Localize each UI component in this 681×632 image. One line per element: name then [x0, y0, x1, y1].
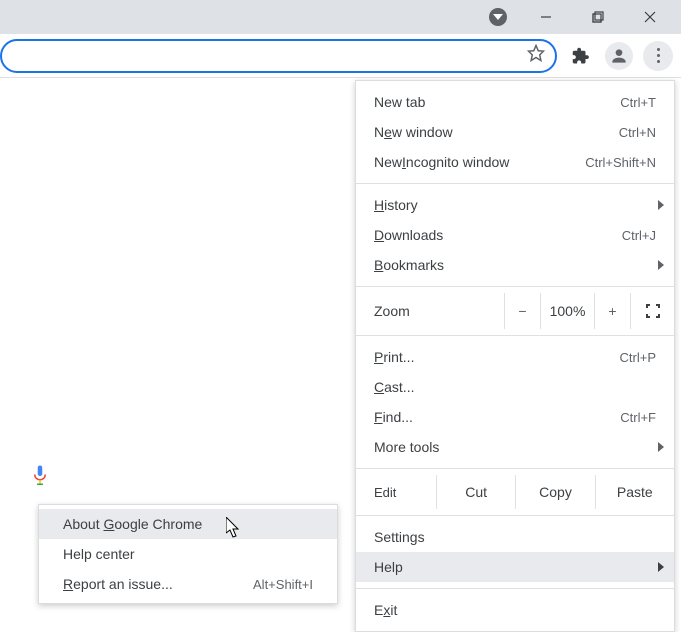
menu-label: New window	[374, 124, 453, 140]
menu-separator	[356, 468, 674, 469]
menu-item-settings[interactable]: Settings	[356, 522, 674, 552]
menu-item-new-window[interactable]: New window Ctrl+N	[356, 117, 674, 147]
menu-shortcut: Ctrl+J	[622, 228, 656, 243]
menu-item-print[interactable]: Print... Ctrl+P	[356, 342, 674, 372]
profile-avatar-button[interactable]	[605, 42, 633, 70]
zoom-in-button[interactable]: +	[594, 293, 630, 329]
submenu-chevron-icon	[658, 197, 666, 213]
window-minimize-button[interactable]	[523, 1, 569, 33]
address-bar[interactable]	[0, 39, 557, 73]
menu-item-cast[interactable]: Cast...	[356, 372, 674, 402]
browser-toolbar	[0, 34, 681, 78]
menu-zoom-row: Zoom − 100% +	[356, 293, 674, 329]
zoom-out-button[interactable]: −	[504, 293, 540, 329]
menu-item-find[interactable]: Find... Ctrl+F	[356, 402, 674, 432]
menu-item-bookmarks[interactable]: Bookmarks	[356, 250, 674, 280]
submenu-chevron-icon	[658, 559, 666, 575]
zoom-value: 100%	[540, 293, 594, 329]
menu-item-help[interactable]: Help	[356, 552, 674, 582]
window-titlebar	[0, 0, 681, 34]
menu-label: More tools	[374, 439, 439, 455]
menu-shortcut: Ctrl+F	[620, 410, 656, 425]
edit-label: Edit	[356, 485, 436, 500]
menu-label: Downloads	[374, 227, 443, 243]
fullscreen-button[interactable]	[630, 293, 674, 329]
submenu-item-about-chrome[interactable]: About Google Chrome	[39, 509, 337, 539]
menu-label: Exit	[374, 602, 397, 618]
menu-item-downloads[interactable]: Downloads Ctrl+J	[356, 220, 674, 250]
menu-item-new-tab[interactable]: New tab Ctrl+T	[356, 87, 674, 117]
edit-paste-button[interactable]: Paste	[595, 475, 674, 509]
chrome-main-menu: New tab Ctrl+T New window Ctrl+N New Inc…	[355, 80, 675, 632]
menu-label: Help	[374, 559, 403, 575]
menu-label: New tab	[374, 94, 425, 110]
menu-label: New Incognito window	[374, 154, 509, 170]
submenu-item-report-issue[interactable]: Report an issue... Alt+Shift+I	[39, 569, 337, 599]
extensions-button[interactable]	[567, 42, 595, 70]
submenu-chevron-icon	[658, 439, 666, 455]
menu-label: Find...	[374, 409, 413, 425]
menu-label: Cast...	[374, 379, 414, 395]
voice-search-icon[interactable]	[22, 458, 58, 494]
menu-label: Settings	[374, 529, 425, 545]
menu-edit-row: Edit Cut Copy Paste	[356, 475, 674, 509]
submenu-label: Report an issue...	[63, 576, 173, 592]
submenu-label: Help center	[63, 546, 135, 562]
submenu-item-help-center[interactable]: Help center	[39, 539, 337, 569]
window-close-button[interactable]	[627, 1, 673, 33]
menu-separator	[356, 183, 674, 184]
menu-shortcut: Ctrl+Shift+N	[585, 155, 656, 170]
menu-separator	[356, 335, 674, 336]
chrome-menu-button[interactable]	[643, 41, 673, 71]
menu-shortcut: Ctrl+N	[619, 125, 656, 140]
menu-shortcut: Ctrl+P	[620, 350, 656, 365]
menu-separator	[356, 286, 674, 287]
menu-label: Print...	[374, 349, 414, 365]
menu-separator	[356, 588, 674, 589]
submenu-chevron-icon	[658, 257, 666, 273]
menu-item-history[interactable]: History	[356, 190, 674, 220]
edit-cut-button[interactable]: Cut	[436, 475, 515, 509]
menu-item-more-tools[interactable]: More tools	[356, 432, 674, 462]
help-submenu: About Google Chrome Help center Report a…	[38, 504, 338, 604]
bookmark-star-icon[interactable]	[527, 44, 545, 67]
menu-item-exit[interactable]: Exit	[356, 595, 674, 625]
edit-copy-button[interactable]: Copy	[515, 475, 594, 509]
menu-label: History	[374, 197, 418, 213]
submenu-label: About Google Chrome	[63, 516, 202, 532]
menu-label: Bookmarks	[374, 257, 444, 273]
menu-shortcut: Ctrl+T	[620, 95, 656, 110]
mouse-cursor-icon	[226, 517, 244, 544]
menu-separator	[356, 515, 674, 516]
menu-item-new-incognito[interactable]: New Incognito window Ctrl+Shift+N	[356, 147, 674, 177]
extension-badge-icon	[489, 8, 507, 26]
zoom-label: Zoom	[374, 303, 504, 319]
window-restore-button[interactable]	[575, 1, 621, 33]
submenu-shortcut: Alt+Shift+I	[253, 577, 313, 592]
